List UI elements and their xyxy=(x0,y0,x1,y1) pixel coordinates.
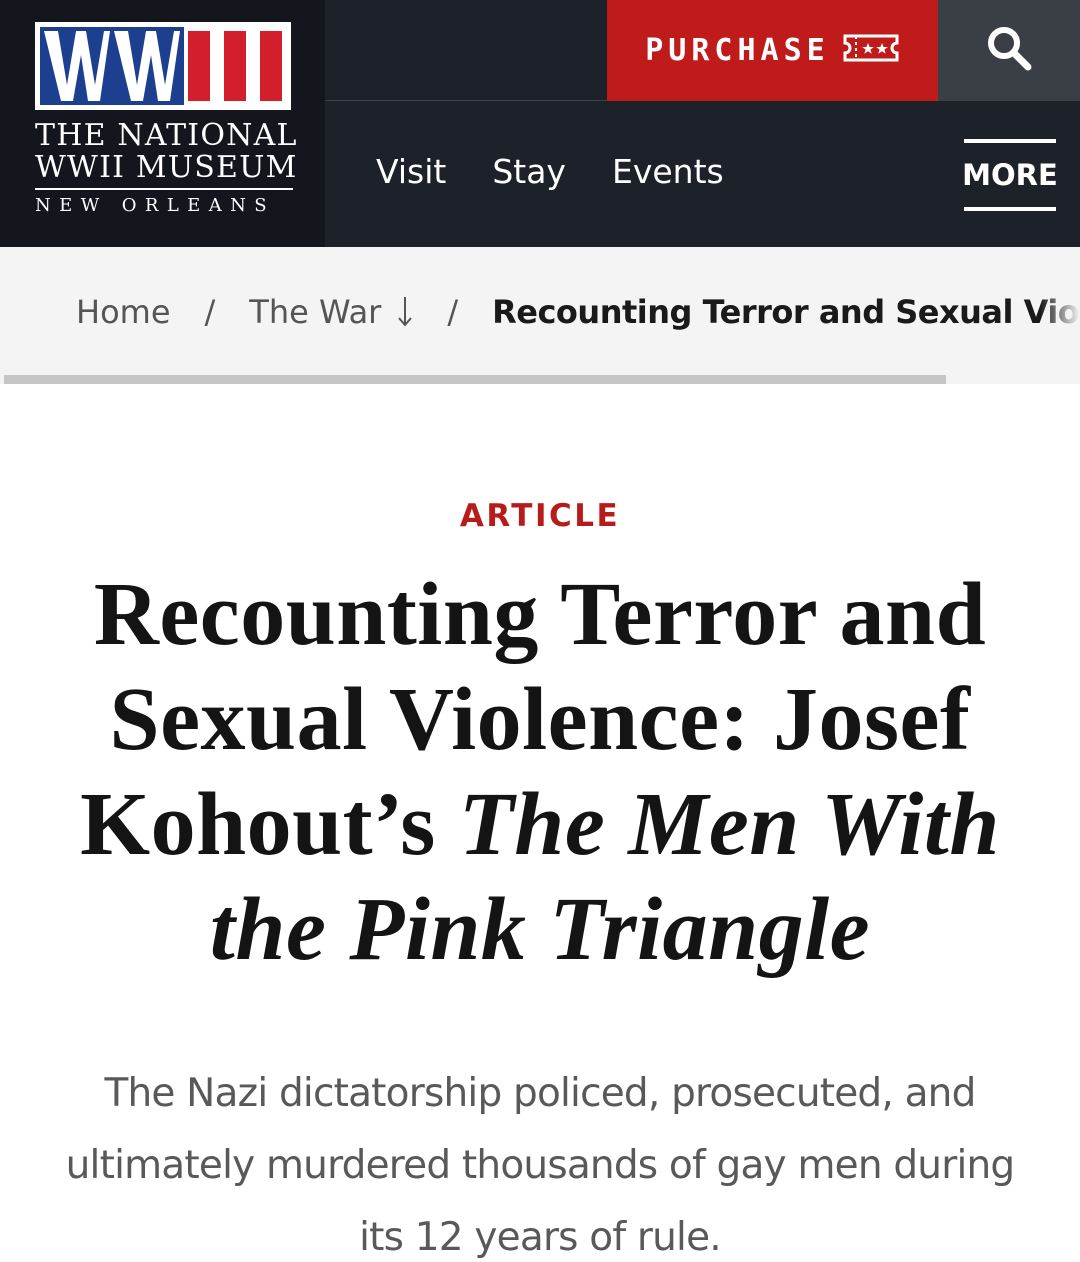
breadcrumb-home[interactable]: Home xyxy=(76,293,171,331)
article-title: Recounting Terror and Sexual Violence: J… xyxy=(40,562,1040,982)
breadcrumb-fade xyxy=(1040,247,1080,384)
nav-item-stay[interactable]: Stay xyxy=(492,152,566,191)
breadcrumb: Home / The War / Recounting Terror and S… xyxy=(0,247,1080,384)
search-icon xyxy=(985,24,1033,77)
breadcrumb-separator: / xyxy=(447,293,459,331)
breadcrumb-the-war[interactable]: The War xyxy=(249,293,381,331)
wwii-logo-mark xyxy=(35,22,291,110)
logo-ww-letters xyxy=(40,27,184,105)
nav-item-visit[interactable]: Visit xyxy=(376,152,446,191)
ticket-icon xyxy=(842,33,900,68)
site-header: THE NATIONAL WWII MUSEUM NEW ORLEANS PUR… xyxy=(0,0,1080,247)
logo-line-3: NEW ORLEANS xyxy=(35,195,275,216)
article-lede: The Nazi dictatorship policed, prosecute… xyxy=(65,1071,1016,1260)
breadcrumb-separator: / xyxy=(204,293,216,331)
logo-line-1: THE NATIONAL xyxy=(35,118,298,153)
logo-line-2: WWII MUSEUM xyxy=(35,150,298,185)
museum-logo[interactable]: THE NATIONAL WWII MUSEUM NEW ORLEANS xyxy=(0,0,325,247)
search-button[interactable] xyxy=(938,0,1080,101)
purchase-label: PURCHASE xyxy=(645,33,830,68)
more-menu-button[interactable]: MORE xyxy=(962,139,1058,211)
breadcrumb-scrollbar[interactable] xyxy=(4,375,946,384)
logo-rule xyxy=(35,188,293,190)
article-type-label: ARTICLE xyxy=(459,498,621,534)
main-nav: Visit Stay Events xyxy=(376,152,724,191)
breadcrumb-current: Recounting Terror and Sexual Violence: J… xyxy=(492,293,1080,331)
logo-ii-bars xyxy=(184,27,286,105)
logo-wordmark: THE NATIONAL WWII MUSEUM NEW ORLEANS xyxy=(35,118,298,216)
arrow-down-icon[interactable] xyxy=(397,295,413,329)
purchase-button[interactable]: PURCHASE xyxy=(607,0,938,101)
nav-item-events[interactable]: Events xyxy=(612,152,724,191)
